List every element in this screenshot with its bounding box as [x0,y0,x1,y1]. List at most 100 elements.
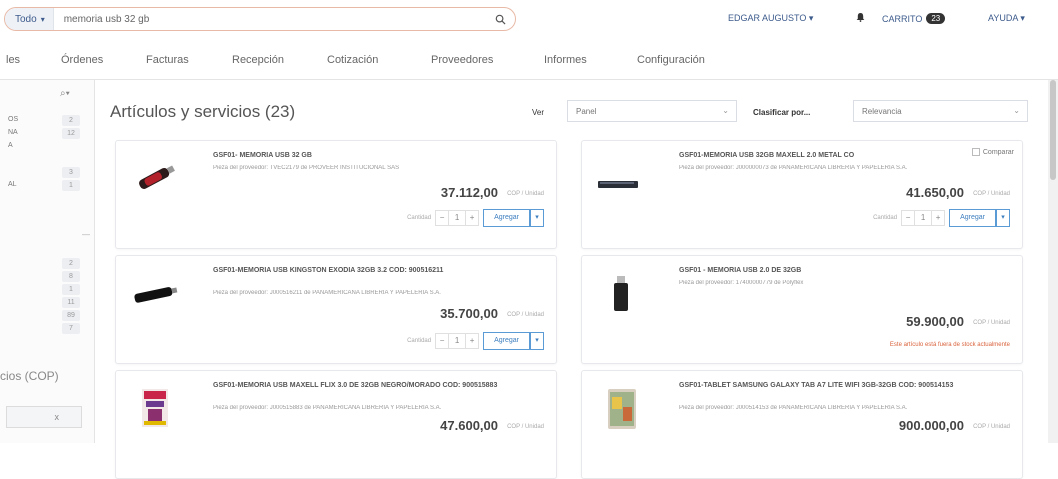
nav-item-facturas[interactable]: Facturas [146,54,189,66]
quantity-value[interactable]: 1 [448,211,467,225]
product-card: GSF01- MEMORIA USB 32 GB Pieza del prove… [115,140,557,249]
price-range-input[interactable]: x [6,406,82,428]
filter-count: 2 [62,258,80,269]
chevron-down-icon: ⌄ [1013,106,1020,115]
product-price: 35.700,00 [440,306,498,321]
chevron-down-icon: ⌄ [722,106,729,115]
plus-icon[interactable]: + [466,211,478,225]
product-image-usb[interactable] [130,270,180,316]
chevron-down-icon[interactable]: ▾ [996,209,1010,227]
add-to-cart-button[interactable]: Agregar [483,332,530,350]
filter-label: NA [8,129,18,136]
plus-icon[interactable]: + [932,211,944,225]
chevron-down-icon: ▾ [1020,13,1025,23]
price-filter-title: cios (COP) [0,369,59,383]
filter-item[interactable]: 7 [0,323,95,335]
product-supplier: Pieza del proveedor: 17400000779 de Poly… [679,280,804,286]
filter-item[interactable]: A [0,141,95,153]
product-price: 37.112,00 [440,185,498,200]
compare-checkbox[interactable] [971,148,980,156]
page-title: Artículos y servicios (23) [110,102,296,121]
product-image-usb[interactable] [130,385,180,431]
product-card: GSF01-TABLET SAMSUNG GALAXY TAB A7 LITE … [581,370,1023,479]
product-title[interactable]: GSF01-MEMORIA USB KINGSTON EXODIA 32GB 3… [213,266,543,276]
quantity-stepper[interactable]: −1 + [435,333,480,349]
search-input[interactable] [53,9,485,29]
add-to-cart-button[interactable]: Agregar [483,209,530,227]
collapse-icon[interactable]: — [82,230,90,239]
bell-icon[interactable] [856,12,865,25]
search-scope-select[interactable]: Todo ▾ [5,8,54,30]
product-price: 900.000,00 [898,418,964,433]
nav-item-ordenes[interactable]: Órdenes [61,54,103,66]
product-title[interactable]: GSF01-TABLET SAMSUNG GALAXY TAB A7 LITE … [679,381,1009,391]
product-price: 47.600,00 [440,418,498,433]
filter-item[interactable]: AL 1 [0,180,95,192]
chevron-down-icon[interactable]: ▾ [530,332,544,350]
minus-icon[interactable]: − [902,211,914,225]
sort-value: Relevancia [862,107,902,116]
nav-item-recepcion[interactable]: Recepción [232,54,284,66]
filter-label: A [8,142,13,149]
search-icon[interactable]: ⌕▾ [60,88,70,99]
product-title[interactable]: GSF01-MEMORIA USB MAXELL FLIX 3.0 DE 32G… [213,381,543,391]
product-image-tablet[interactable] [596,385,646,431]
price-unit: COP / Unidad [973,191,1010,197]
search-bar: Todo ▾ [4,7,516,31]
view-value: Panel [576,107,597,116]
minus-icon[interactable]: − [436,211,448,225]
nav-item-cotizacion[interactable]: Cotización [327,54,378,66]
product-image-usb[interactable] [596,270,646,316]
filter-item[interactable]: 3 [0,167,95,179]
plus-icon[interactable]: + [466,334,478,348]
cart-label: CARRITO [882,13,923,24]
chevron-down-icon: ▾ [808,13,814,23]
quantity-stepper[interactable]: −1 + [901,210,946,226]
scrollbar-thumb[interactable] [1050,80,1056,180]
filter-item[interactable]: 8 [0,271,95,283]
nav-item-configuracion[interactable]: Configuración [637,54,705,66]
filter-count: 89 [62,310,80,321]
add-to-cart-button[interactable]: Agregar [949,209,996,227]
filter-sidebar: ⌕▾ OS 2 NA 12 A 3 AL 1 — 2 8 1 11 89 7 cios… [0,80,95,443]
product-title[interactable]: GSF01-MEMORIA USB 32GB MAXELL 2.0 METAL … [679,151,929,161]
filter-count: 7 [62,323,80,334]
sort-select[interactable]: Relevancia ⌄ [853,100,1028,122]
search-icon[interactable] [485,8,515,30]
compare-toggle[interactable]: Comparar [971,148,1014,156]
cart-button[interactable]: CARRITO 23 [882,13,946,24]
product-supplier: Pieza del proveedor: J000516211 de PANAM… [213,290,441,296]
filter-item[interactable]: OS 2 [0,115,95,127]
nav-item-partial[interactable]: les [6,54,20,66]
filter-count: 1 [62,180,80,191]
filter-item[interactable]: 89 [0,310,95,322]
filter-item[interactable]: NA 12 [0,128,95,140]
filter-count: 12 [62,128,80,139]
product-image-usb[interactable] [130,155,180,201]
nav-item-proveedores[interactable]: Proveedores [431,54,493,66]
minus-icon[interactable]: − [436,334,448,348]
user-menu[interactable]: EDGAR AUGUSTO ▾ [728,13,813,24]
product-price: 59.900,00 [906,314,964,329]
filter-item[interactable]: 1 [0,284,95,296]
quantity-stepper[interactable]: −1 + [435,210,480,226]
nav-item-informes[interactable]: Informes [544,54,587,66]
filter-count: 3 [62,167,80,178]
product-title[interactable]: GSF01 - MEMORIA USB 2.0 DE 32GB [679,266,1009,276]
quantity-label: Cantidad [407,338,432,344]
product-supplier: Pieza del proveedor: TVEC2179 de PROVEER… [213,165,400,171]
results-panel: Artículos y servicios (23) Ver Panel ⌄ C… [95,80,1048,479]
quantity-value[interactable]: 1 [448,334,467,348]
scrollbar[interactable] [1048,80,1058,443]
help-menu[interactable]: AYUDA ▾ [988,13,1025,24]
filter-item[interactable]: 11 [0,297,95,309]
product-image-usb[interactable] [596,155,646,201]
quantity-label: Cantidad [873,215,898,221]
quantity-value[interactable]: 1 [914,211,933,225]
price-unit: COP / Unidad [507,191,544,197]
main-nav: les Órdenes Facturas Recepción Cotizació… [0,42,1058,80]
chevron-down-icon[interactable]: ▾ [530,209,544,227]
product-title[interactable]: GSF01- MEMORIA USB 32 GB [213,151,543,161]
filter-item[interactable]: 2 [0,258,95,270]
view-select[interactable]: Panel ⌄ [567,100,737,122]
